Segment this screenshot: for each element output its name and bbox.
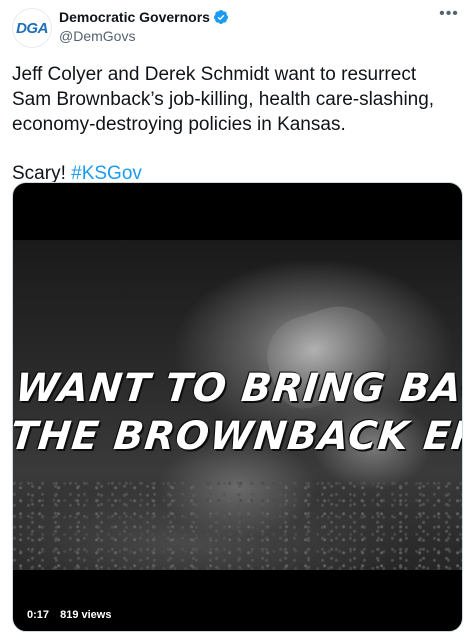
video-player[interactable]: WANT TO BRING BACK THE BROWNBACK ERA... … <box>12 182 463 632</box>
video-overlay-caption: WANT TO BRING BACK THE BROWNBACK ERA... <box>12 365 463 461</box>
video-duration: 0:17 <box>27 609 50 621</box>
avatar-logo-text: DGA <box>16 19 48 37</box>
overlay-line-1: WANT TO BRING BACK <box>13 366 463 411</box>
author-name-row: Democratic Governors <box>59 9 229 25</box>
more-options-icon[interactable]: ••• <box>439 6 459 22</box>
overlay-line-2: THE BROWNBACK ERA... <box>12 414 463 459</box>
author-handle[interactable]: @DemGovs <box>59 28 135 44</box>
author-display-name[interactable]: Democratic Governors <box>59 9 210 25</box>
hashtag-link[interactable]: #KSGov <box>71 163 142 184</box>
verified-badge-icon <box>213 10 228 24</box>
tweet-text: Jeff Colyer and Derek Schmidt want to re… <box>12 62 460 186</box>
soil-texture <box>13 480 462 570</box>
video-views: 819 views <box>60 609 112 621</box>
avatar[interactable]: DGA <box>12 8 52 48</box>
tweet-text-prefix: Scary! <box>12 163 66 184</box>
video-meta: 0:17 819 views <box>21 607 118 623</box>
tweet-text-main: Jeff Colyer and Derek Schmidt want to re… <box>12 64 435 135</box>
tweet-card: DGA Democratic Governors @DemGovs ••• Je… <box>0 0 471 642</box>
